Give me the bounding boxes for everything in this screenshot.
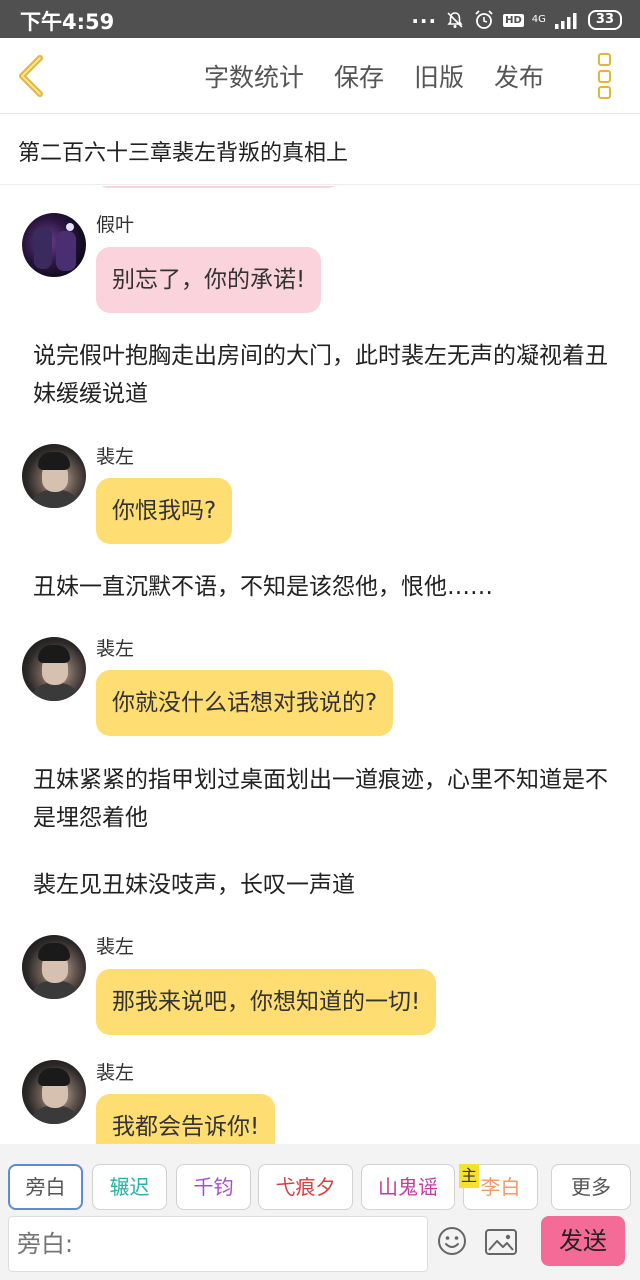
more-dots-indicator: ... (411, 4, 438, 28)
role-chip[interactable]: 弋痕夕 (258, 1164, 353, 1210)
menu-dot (598, 69, 611, 83)
status-icons: ... HD 4G 33 (411, 4, 622, 32)
avatar-peizuo[interactable] (22, 935, 86, 999)
chapter-title: 第二百六十三章裴左背叛的真相上 (18, 141, 349, 166)
avatar-figure (34, 227, 52, 269)
image-icon[interactable] (484, 1228, 518, 1256)
toolbar-actions: 字数统计 保存 旧版 发布 (204, 58, 544, 94)
hd-badge: HD (503, 13, 524, 27)
menu-dot (598, 86, 611, 99)
speaker-name: 裴左 (96, 446, 135, 468)
word-count-button[interactable]: 字数统计 (204, 58, 304, 94)
signal-icon (554, 13, 577, 29)
avatar-body (30, 490, 80, 508)
battery-indicator: 33 (587, 10, 622, 30)
speaker-name: 裴左 (96, 1062, 135, 1084)
role-chip-narrator[interactable]: 旁白 (8, 1164, 83, 1210)
avatar-hair (38, 452, 70, 470)
network-type: 4G (531, 14, 546, 25)
speaker-name: 假叶 (96, 214, 135, 236)
avatar-figure (56, 231, 76, 271)
previous-bubble-edge (96, 186, 340, 188)
status-bar: 下午4:59 ... HD 4G 33 (0, 0, 640, 38)
save-button[interactable]: 保存 (334, 58, 384, 94)
editor-toolbar: 字数统计 保存 旧版 发布 (0, 38, 640, 114)
dialog-bubble[interactable]: 那我来说吧，你想知道的一切! (96, 969, 437, 1035)
role-chip[interactable]: 辗迟 (92, 1164, 167, 1210)
more-roles-button[interactable]: 更多 (551, 1164, 631, 1210)
role-selector: 旁白 辗迟 千钧 弋痕夕 山鬼谣 李白 主 更多 (0, 1144, 640, 1214)
chevron-left-icon[interactable] (14, 54, 48, 98)
avatar-hair (38, 645, 70, 663)
avatar-hair (38, 943, 70, 961)
chapter-title-bar[interactable]: 第二百六十三章裴左背叛的真相上 (0, 115, 640, 185)
speaker-name: 裴左 (96, 638, 135, 660)
avatar-peizuo[interactable] (22, 1060, 86, 1124)
avatar-light (66, 223, 74, 231)
narration-text[interactable]: 裴左见丑妹没吱声，长叹一声道 (33, 866, 613, 904)
alarm-icon (475, 10, 493, 29)
avatar-jiaye[interactable] (22, 213, 86, 277)
dialog-bubble[interactable]: 你就没什么话想对我说的? (96, 670, 394, 736)
main-role-tag: 主 (459, 1164, 479, 1188)
dialog-bubble[interactable]: 别忘了，你的承诺! (96, 247, 322, 313)
chat-content[interactable]: 假叶 别忘了，你的承诺! 说完假叶抱胸走出房间的大门，此时裴左无声的凝视着丑妹缓… (0, 186, 640, 1144)
avatar-hair (38, 1068, 70, 1086)
input-bar: 发送 (0, 1214, 640, 1280)
message-input[interactable] (8, 1216, 428, 1272)
role-chip[interactable]: 千钧 (176, 1164, 251, 1210)
status-time: 下午4:59 (20, 10, 115, 34)
avatar-peizuo[interactable] (22, 444, 86, 508)
avatar-body (30, 1106, 80, 1124)
avatar-body (30, 981, 80, 999)
more-vertical-icon[interactable] (598, 53, 614, 99)
emoji-icon[interactable] (437, 1226, 467, 1256)
avatar-peizuo[interactable] (22, 637, 86, 701)
old-version-button[interactable]: 旧版 (414, 58, 464, 94)
narration-text[interactable]: 丑妹一直沉默不语，不知是该怨他，恨他…… (33, 568, 613, 606)
bell-muted-icon (447, 12, 463, 28)
narration-text[interactable]: 说完假叶抱胸走出房间的大门，此时裴左无声的凝视着丑妹缓缓说道 (33, 337, 613, 413)
publish-button[interactable]: 发布 (494, 58, 544, 94)
avatar-body (30, 683, 80, 701)
narration-text[interactable]: 丑妹紧紧的指甲划过桌面划出一道痕迹，心里不知道是不是埋怨着他 (33, 761, 613, 837)
send-button[interactable]: 发送 (541, 1216, 625, 1266)
role-chip[interactable]: 山鬼谣 (361, 1164, 455, 1210)
dialog-bubble[interactable]: 我都会告诉你! (96, 1094, 276, 1144)
dialog-bubble[interactable]: 你恨我吗? (96, 478, 233, 544)
menu-dot (598, 53, 611, 66)
speaker-name: 裴左 (96, 936, 135, 958)
